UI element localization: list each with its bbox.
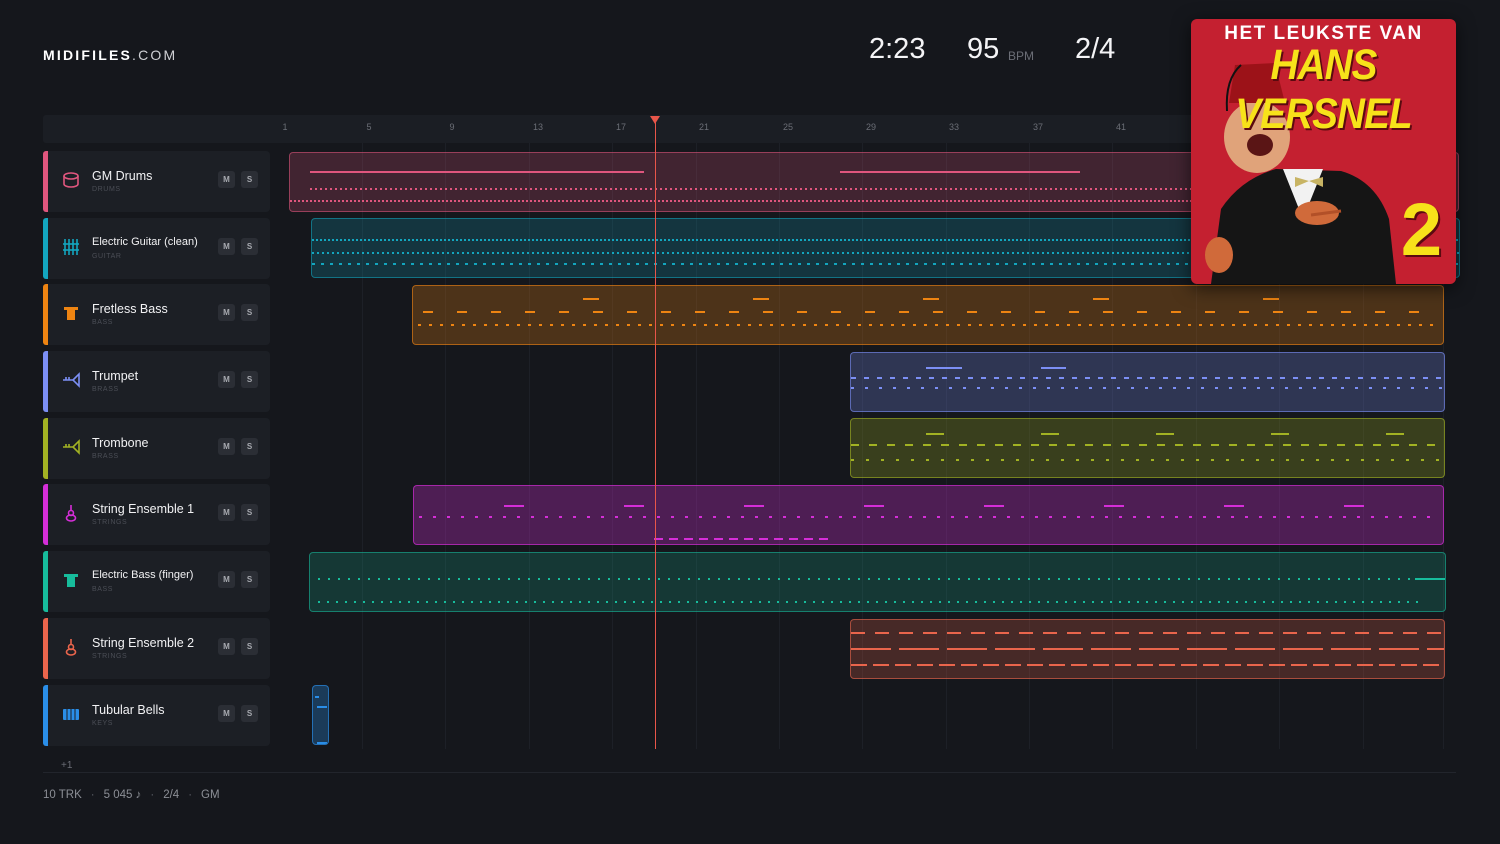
trombone-icon	[60, 437, 82, 459]
footer-status: 10 TRK · 5 045 ♪ · 2/4 · GM	[43, 789, 220, 801]
clip-trombone[interactable]	[850, 418, 1445, 478]
track-category: BASS	[92, 319, 114, 326]
track-name: Fretless Bass	[92, 302, 168, 316]
mute-button[interactable]: M	[218, 171, 235, 188]
track-header-electric-bass[interactable]: Electric Bass (finger) BASS M S	[43, 551, 270, 612]
track-count: 10 TRK	[43, 789, 82, 801]
track-category: STRINGS	[92, 519, 128, 526]
ruler-tick: 41	[1115, 122, 1127, 132]
mute-button[interactable]: M	[218, 638, 235, 655]
track-category: GUITAR	[92, 253, 122, 260]
guitar-icon	[60, 237, 82, 259]
ruler-tick: 21	[698, 122, 710, 132]
clip-string-ensemble-2[interactable]	[850, 619, 1445, 679]
ruler-tick: 33	[948, 122, 960, 132]
track-category: BRASS	[92, 453, 119, 460]
drum-icon	[60, 170, 82, 192]
tempo-unit: BPM	[1008, 49, 1035, 63]
ruler-tick: 5	[366, 122, 372, 132]
track-color-bar	[43, 685, 48, 746]
track-header-trombone[interactable]: Trombone BRASS M S	[43, 418, 270, 479]
ruler-tick: 29	[865, 122, 877, 132]
footer-meter: 2/4	[163, 789, 180, 801]
track-category: BASS	[92, 586, 114, 593]
ruler-tick: 17	[615, 122, 627, 132]
track-name: Trumpet	[92, 369, 139, 383]
track-category: DRUMS	[92, 186, 121, 193]
track-name: Trombone	[92, 436, 149, 450]
time-signature: 2/4	[1075, 33, 1116, 65]
album-cover: HET LEUKSTE VAN HANS VERSNEL 2	[1191, 19, 1456, 284]
ruler-tick: 9	[449, 122, 455, 132]
clip-fretless-bass[interactable]	[412, 285, 1444, 345]
track-header-guitar[interactable]: Electric Guitar (clean) GUITAR M S	[43, 218, 270, 279]
track-header-tubular-bells[interactable]: Tubular Bells KEYS M S	[43, 685, 270, 746]
clip-string-ensemble-1[interactable]	[413, 485, 1444, 545]
mute-button[interactable]: M	[218, 438, 235, 455]
ruler-tick: 1	[282, 122, 288, 132]
solo-button[interactable]: S	[241, 638, 258, 655]
track-color-bar	[43, 551, 48, 612]
bass-icon	[60, 570, 82, 592]
track-name: String Ensemble 2	[92, 636, 195, 650]
clip-electric-bass[interactable]	[309, 552, 1446, 612]
track-name: GM Drums	[92, 169, 153, 183]
track-name: Tubular Bells	[92, 703, 165, 717]
song-time: 2:23	[869, 33, 926, 65]
track-color-bar	[43, 418, 48, 479]
brand-name: MIDIFILES	[43, 47, 133, 63]
solo-button[interactable]: S	[241, 171, 258, 188]
ruler-tick: 25	[782, 122, 794, 132]
more-tracks-indicator[interactable]: +1	[61, 760, 72, 771]
solo-button[interactable]: S	[241, 705, 258, 722]
trumpet-icon	[60, 370, 82, 392]
track-header-trumpet[interactable]: Trumpet BRASS M S	[43, 351, 270, 412]
track-color-bar	[43, 351, 48, 412]
track-header-fretless-bass[interactable]: Fretless Bass BASS M S	[43, 284, 270, 345]
mute-button[interactable]: M	[218, 304, 235, 321]
track-color-bar	[43, 218, 48, 279]
solo-button[interactable]: S	[241, 238, 258, 255]
track-category: STRINGS	[92, 653, 128, 660]
tempo-value: 95	[967, 33, 1000, 65]
brand-logo: MIDIFILES.COM	[43, 47, 177, 63]
clip-tubular-bells[interactable]	[312, 685, 329, 745]
track-name: Electric Bass (finger)	[92, 569, 194, 581]
album-title-line2: HANS VERSNEL	[1235, 41, 1412, 138]
track-color-bar	[43, 618, 48, 679]
mute-button[interactable]: M	[218, 238, 235, 255]
keys-icon	[60, 704, 82, 726]
note-count: 5 045 ♪	[103, 789, 142, 801]
solo-button[interactable]: S	[241, 304, 258, 321]
playhead[interactable]	[655, 122, 656, 749]
violin-icon	[60, 637, 82, 659]
solo-button[interactable]: S	[241, 571, 258, 588]
ruler-tick: 37	[1032, 122, 1044, 132]
track-color-bar	[43, 284, 48, 345]
track-color-bar	[43, 151, 48, 212]
bass-icon	[60, 303, 82, 325]
solo-button[interactable]: S	[241, 371, 258, 388]
track-header-string-ensemble-1[interactable]: String Ensemble 1 STRINGS M S	[43, 484, 270, 545]
track-header-drums[interactable]: GM Drums DRUMS M S	[43, 151, 270, 212]
ruler-tick: 13	[532, 122, 544, 132]
solo-button[interactable]: S	[241, 438, 258, 455]
mute-button[interactable]: M	[218, 371, 235, 388]
mute-button[interactable]: M	[218, 571, 235, 588]
midi-standard: GM	[201, 789, 220, 801]
violin-icon	[60, 503, 82, 525]
mute-button[interactable]: M	[218, 504, 235, 521]
track-category: KEYS	[92, 720, 114, 727]
brand-domain: .COM	[132, 47, 178, 63]
track-category: BRASS	[92, 386, 119, 393]
mute-button[interactable]: M	[218, 705, 235, 722]
album-volume-number: 2	[1400, 188, 1442, 271]
track-color-bar	[43, 484, 48, 545]
solo-button[interactable]: S	[241, 504, 258, 521]
clip-trumpet[interactable]	[850, 352, 1445, 412]
track-name: String Ensemble 1	[92, 502, 195, 516]
track-name: Electric Guitar (clean)	[92, 236, 198, 248]
track-header-string-ensemble-2[interactable]: String Ensemble 2 STRINGS M S	[43, 618, 270, 679]
